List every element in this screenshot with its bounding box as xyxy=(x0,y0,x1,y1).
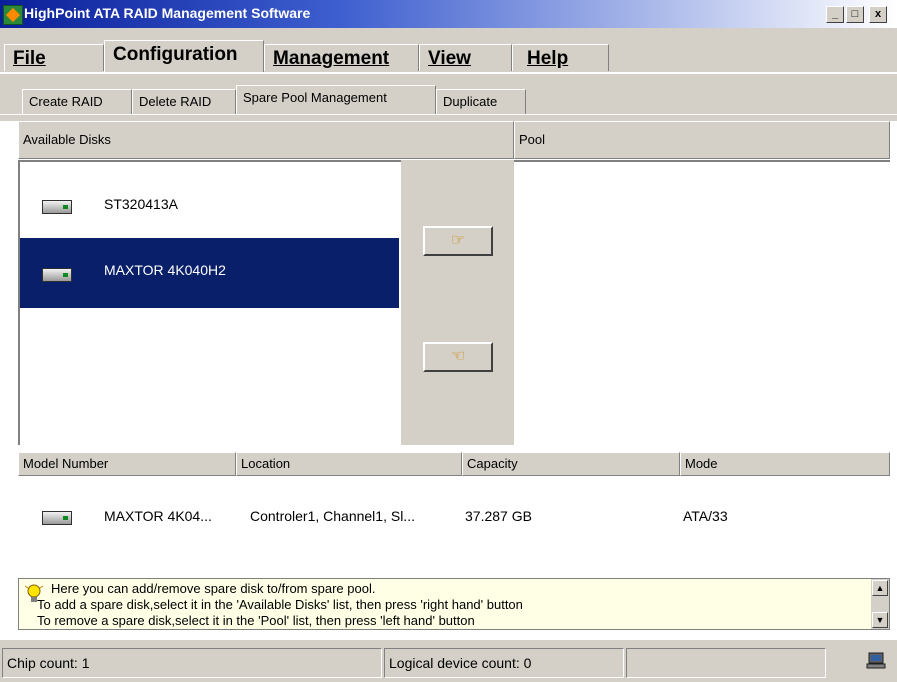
maximize-button[interactable]: □ xyxy=(846,6,864,23)
disk-name: ST320413A xyxy=(104,196,178,212)
help-line-1: Here you can add/remove spare disk to/fr… xyxy=(51,581,376,596)
tab-delete-raid[interactable]: Delete RAID xyxy=(132,89,236,114)
hard-disk-icon xyxy=(42,511,72,525)
tab-configuration[interactable]: Configuration xyxy=(104,40,264,72)
main-tab-bar: File Configuration Management View Help xyxy=(0,28,897,83)
column-header-mode[interactable]: Mode xyxy=(680,452,890,476)
hard-disk-icon xyxy=(42,268,72,282)
tab-spare-pool-management[interactable]: Spare Pool Management xyxy=(236,85,436,114)
tab-delete-raid-label: Delete RAID xyxy=(139,94,212,109)
chip-count-status: Chip count: 1 xyxy=(2,648,382,678)
sub-tab-bar: Create RAID Delete RAID Spare Pool Manag… xyxy=(0,83,897,121)
details-header-row: Model Number Location Capacity Mode xyxy=(18,452,890,476)
app-icon xyxy=(3,5,23,25)
status-panel-empty xyxy=(626,648,826,678)
tab-file[interactable]: File xyxy=(4,44,104,71)
cell-mode: ATA/33 xyxy=(683,508,728,524)
window-title: HighPoint ATA RAID Management Software xyxy=(24,5,311,21)
tab-divider xyxy=(0,72,897,74)
help-line-2: To add a spare disk,select it in the 'Av… xyxy=(37,597,523,612)
right-hand-icon: ☞ xyxy=(450,232,466,249)
list-item[interactable]: ST320413A xyxy=(20,168,397,238)
network-computer-icon[interactable] xyxy=(866,650,888,672)
details-table: MAXTOR 4K04... Controler1, Channel1, Sl.… xyxy=(18,476,890,576)
tab-create-raid-label: Create RAID xyxy=(29,94,103,109)
column-header-location[interactable]: Location xyxy=(236,452,462,476)
pool-header: Pool xyxy=(514,121,890,159)
available-disks-list[interactable]: ST320413A MAXTOR 4K040H2 xyxy=(18,160,401,445)
tab-help[interactable]: Help xyxy=(512,44,609,71)
pool-list[interactable] xyxy=(514,160,890,445)
column-header-capacity[interactable]: Capacity xyxy=(462,452,680,476)
status-bar: Chip count: 1 Logical device count: 0 xyxy=(0,638,897,682)
cell-capacity: 37.287 GB xyxy=(465,508,532,524)
logical-device-count-status: Logical device count: 0 xyxy=(384,648,624,678)
tab-view[interactable]: View xyxy=(419,44,512,71)
title-bar[interactable]: HighPoint ATA RAID Management Software _… xyxy=(0,0,897,28)
minimize-button[interactable]: _ xyxy=(826,6,844,23)
list-item-selected[interactable]: MAXTOR 4K040H2 xyxy=(20,238,399,308)
tab-file-label: File xyxy=(13,48,46,69)
tab-view-label: View xyxy=(428,48,471,69)
tab-create-raid[interactable]: Create RAID xyxy=(22,89,132,114)
subtab-divider xyxy=(0,114,897,115)
left-hand-icon: ☜ xyxy=(450,348,466,365)
close-button[interactable]: x xyxy=(869,6,887,23)
scroll-down-button[interactable]: ▼ xyxy=(872,612,888,628)
transfer-buttons-panel: ☞ ☜ xyxy=(401,160,514,445)
help-panel: Here you can add/remove spare disk to/fr… xyxy=(18,578,890,630)
help-scrollbar[interactable]: ▲ ▼ xyxy=(871,579,889,629)
add-to-pool-button[interactable]: ☞ xyxy=(423,226,493,256)
column-header-model[interactable]: Model Number xyxy=(18,452,236,476)
tab-duplicate-label: Duplicate xyxy=(443,94,498,109)
cell-model: MAXTOR 4K04... xyxy=(104,508,212,524)
tab-management-label: Management xyxy=(273,48,390,69)
table-row[interactable]: MAXTOR 4K04... Controler1, Channel1, Sl.… xyxy=(18,498,890,538)
tab-spare-pool-label: Spare Pool Management xyxy=(243,90,387,105)
remove-from-pool-button[interactable]: ☜ xyxy=(423,342,493,372)
hard-disk-icon xyxy=(42,200,72,214)
disk-name: MAXTOR 4K040H2 xyxy=(104,262,226,278)
tab-help-label: Help xyxy=(527,48,569,69)
help-line-3: To remove a spare disk,select it in the … xyxy=(37,613,475,628)
cell-location: Controler1, Channel1, Sl... xyxy=(250,508,415,524)
scroll-up-button[interactable]: ▲ xyxy=(872,580,888,596)
tab-duplicate[interactable]: Duplicate xyxy=(436,89,526,114)
available-disks-header: Available Disks xyxy=(18,121,514,159)
tab-configuration-label: Configuration xyxy=(113,44,238,65)
tab-management[interactable]: Management xyxy=(264,44,419,71)
